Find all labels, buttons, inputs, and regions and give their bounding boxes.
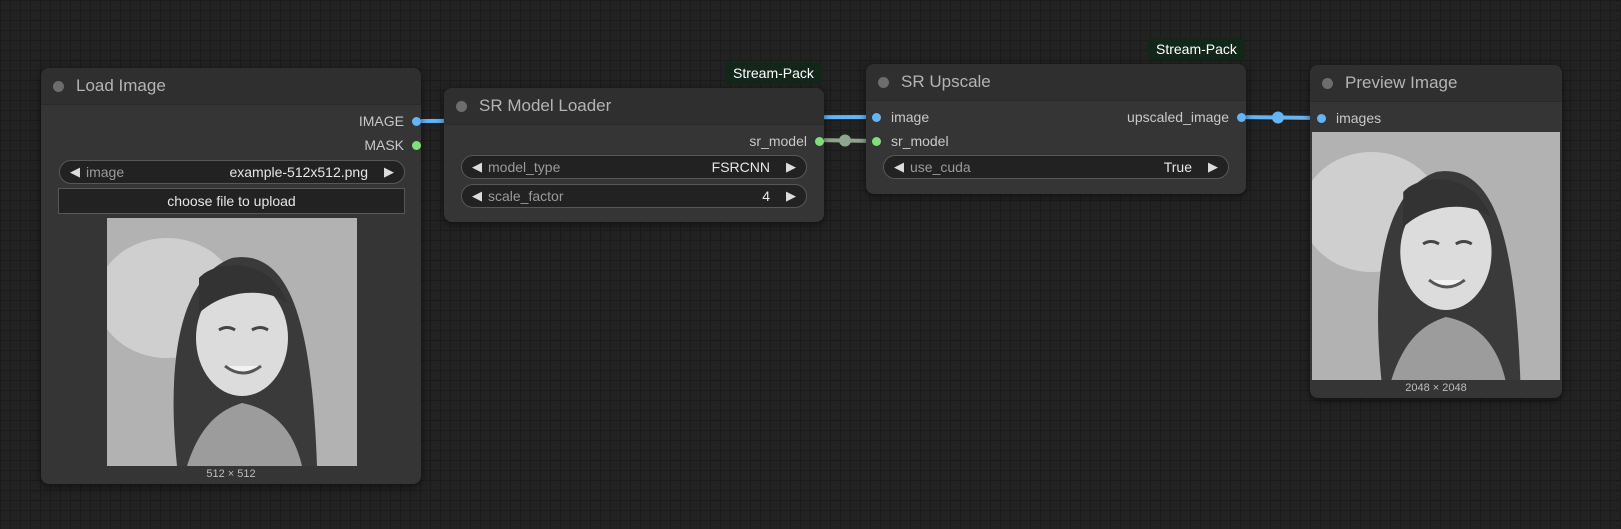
model-type-combo-widget[interactable]: ◀ model_type FSRCNN ▶: [461, 155, 807, 179]
link-sr-model-midpoint[interactable]: [839, 134, 851, 147]
output-dot-icon[interactable]: [815, 136, 824, 146]
arrow-right-icon[interactable]: ▶: [784, 188, 798, 204]
slot-label: sr_model: [891, 133, 949, 149]
stream-pack-badge: Stream-Pack: [725, 62, 822, 84]
input-dot-icon[interactable]: [1317, 113, 1326, 123]
arrow-left-icon[interactable]: ◀: [470, 159, 484, 175]
widget-value: True: [1163, 159, 1192, 175]
arrow-left-icon[interactable]: ◀: [892, 159, 906, 175]
preview-image-header[interactable]: Preview Image: [1310, 65, 1562, 102]
stream-pack-badge: Stream-Pack: [1148, 38, 1245, 60]
portrait-image: [107, 218, 357, 466]
output-slot-mask[interactable]: MASK: [221, 135, 421, 155]
input-slot-sr-model[interactable]: sr_model: [872, 131, 949, 151]
output-dot-icon[interactable]: [1237, 112, 1246, 122]
slot-label: IMAGE: [358, 113, 404, 129]
arrow-left-icon[interactable]: ◀: [68, 164, 82, 180]
image-size-label: 512 × 512: [206, 468, 256, 480]
preview-image-node[interactable]: Preview Image images 2048 × 2048: [1310, 65, 1562, 398]
input-dot-icon[interactable]: [872, 112, 881, 122]
arrow-right-icon[interactable]: ▶: [382, 164, 396, 180]
link-upscaled-midpoint[interactable]: [1272, 111, 1284, 124]
sr-model-loader-node[interactable]: SR Model Loader sr_model ◀ model_type FS…: [444, 88, 824, 222]
load-image-header[interactable]: Load Image: [41, 68, 421, 105]
output-dot-icon[interactable]: [412, 116, 421, 126]
slot-label: images: [1336, 110, 1382, 126]
image-size-label: 2048 × 2048: [1405, 382, 1467, 394]
widget-value: FSRCNN: [711, 159, 770, 175]
output-slot-upscaled-image[interactable]: upscaled_image: [1046, 107, 1246, 127]
widget-label: use_cuda: [910, 159, 971, 175]
upload-button[interactable]: choose file to upload: [58, 188, 405, 214]
portrait-image: [1312, 132, 1560, 380]
node-title: SR Upscale: [901, 72, 991, 91]
output-image-preview: [1312, 132, 1560, 380]
widget-value: example-512x512.png: [229, 164, 368, 180]
node-title: Load Image: [76, 76, 166, 95]
widget-label: model_type: [488, 159, 561, 175]
image-combo-widget[interactable]: ◀ image example-512x512.png ▶: [59, 160, 405, 184]
input-image-preview: [107, 218, 357, 466]
widget-value: 4: [762, 188, 770, 204]
status-dot-icon[interactable]: [456, 100, 467, 112]
output-dot-icon[interactable]: [412, 140, 421, 150]
use-cuda-toggle-widget[interactable]: ◀ use_cuda True ▶: [883, 155, 1229, 179]
scale-factor-number-widget[interactable]: ◀ scale_factor 4 ▶: [461, 184, 807, 208]
status-dot-icon[interactable]: [1322, 77, 1333, 89]
sr-upscale-header[interactable]: SR Upscale: [866, 64, 1246, 101]
node-title: Preview Image: [1345, 73, 1458, 92]
widget-label: scale_factor: [488, 188, 564, 204]
slot-label: sr_model: [749, 133, 807, 149]
arrow-left-icon[interactable]: ◀: [470, 188, 484, 204]
arrow-right-icon[interactable]: ▶: [1206, 159, 1220, 175]
widget-label: image: [86, 164, 125, 180]
slot-label: MASK: [364, 137, 404, 153]
output-slot-sr-model[interactable]: sr_model: [624, 131, 824, 151]
output-slot-image[interactable]: IMAGE: [221, 111, 421, 131]
arrow-right-icon[interactable]: ▶: [784, 159, 798, 175]
slot-label: upscaled_image: [1127, 109, 1229, 125]
slot-label: image: [891, 109, 930, 125]
node-title: SR Model Loader: [479, 96, 612, 115]
input-slot-images[interactable]: images: [1317, 108, 1381, 128]
sr-upscale-node[interactable]: SR Upscale image sr_model upscaled_image…: [866, 64, 1246, 194]
load-image-node[interactable]: Load Image IMAGE MASK ◀ image example-51…: [41, 68, 421, 484]
status-dot-icon[interactable]: [878, 76, 889, 88]
status-dot-icon[interactable]: [53, 80, 64, 92]
input-dot-icon[interactable]: [872, 136, 881, 146]
sr-model-loader-header[interactable]: SR Model Loader: [444, 88, 824, 125]
input-slot-image[interactable]: image: [872, 107, 929, 127]
